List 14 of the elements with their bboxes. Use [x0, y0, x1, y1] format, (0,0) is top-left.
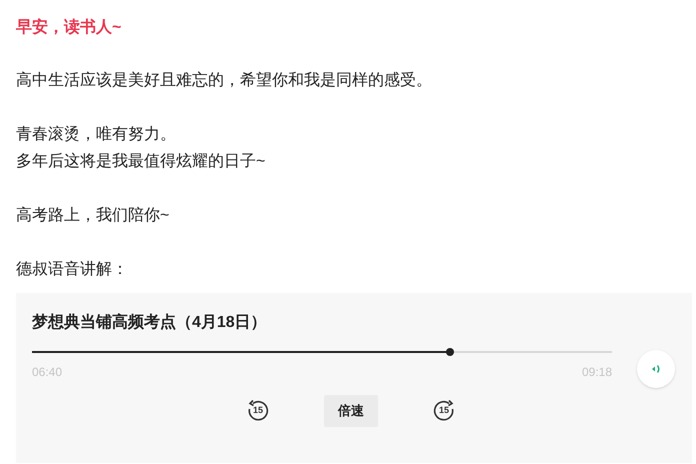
greeting-heading: 早安，读书人~	[16, 17, 122, 38]
sound-icon	[651, 363, 661, 375]
forward-arrow-icon	[432, 398, 456, 423]
paragraph-line: 青春滚烫，唯有努力。	[16, 124, 176, 145]
audio-title: 梦想典当铺高频考点（4月18日）	[32, 312, 267, 333]
progress-thumb[interactable]	[446, 348, 454, 356]
forward-button[interactable]: 15	[432, 398, 456, 423]
speed-button[interactable]: 倍速	[324, 395, 378, 426]
rewind-arrow-icon	[246, 398, 270, 423]
paragraph-line: 高中生活应该是美好且难忘的，希望你和我是同样的感受。	[16, 70, 432, 91]
paragraph-line: 多年后这将是我最值得炫耀的日子~	[16, 152, 266, 172]
rewind-button[interactable]: 15	[246, 398, 270, 423]
paragraph-line: 高考路上，我们陪你~	[16, 206, 170, 226]
paragraph-line: 德叔语音讲解：	[16, 260, 128, 280]
